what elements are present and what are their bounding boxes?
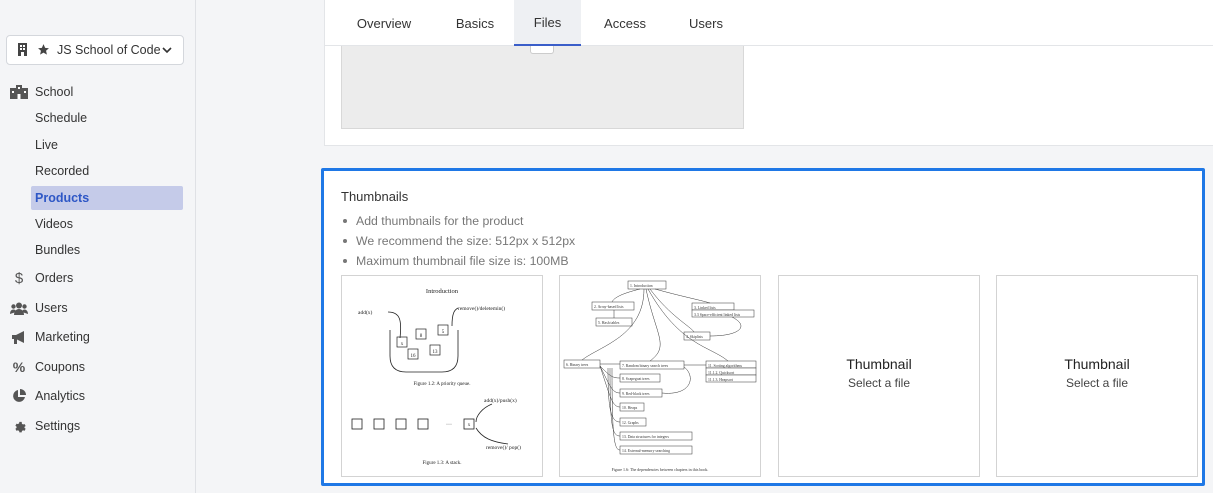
node-label: 9. Red-black trees: [622, 392, 650, 396]
megaphone-icon: [10, 329, 28, 345]
sidebar-item-users[interactable]: Users: [10, 298, 68, 318]
sidebar-subitem-products[interactable]: Products: [31, 186, 183, 210]
node-label: 11. Sorting algorithms: [708, 364, 742, 368]
node-label: 5. Hash tables: [598, 321, 620, 325]
node-label: 4. Skiplists: [686, 335, 703, 339]
node-label: 2. Array-based lists: [594, 305, 624, 309]
main-content: Overview Basics Files Access Users Thumb…: [196, 0, 1213, 493]
sidebar-item-school[interactable]: School: [10, 82, 73, 102]
tab-basics[interactable]: Basics: [436, 0, 514, 46]
select-file-link[interactable]: Select a file: [997, 376, 1197, 390]
node-label: 3.3 Space-efficient linked lists: [694, 313, 741, 317]
fig1-add: add(x): [358, 309, 373, 316]
building-icon: [17, 43, 31, 57]
thumbnails-section: Thumbnails Add thumbnails for the produc…: [321, 168, 1205, 486]
dollar-icon: $: [14, 269, 24, 287]
sidebar-item-marketing[interactable]: Marketing: [10, 327, 90, 347]
fig1-caption: Figure 1.2: A priority queue.: [414, 382, 471, 387]
fig1-remove: remove()/deletemin(): [458, 305, 505, 312]
hint-item: We recommend the size: 512px x 512px: [341, 231, 575, 251]
tab-access[interactable]: Access: [581, 0, 669, 46]
thumbnail-slot-1[interactable]: Introduction add(x) remove()/deletemin()…: [341, 275, 543, 477]
fig1-num: x: [401, 342, 404, 347]
sidebar-item-label: Users: [35, 301, 68, 315]
thumbnail-slot-2[interactable]: 1. Introduction 2. Array-based lists 3. …: [559, 275, 761, 477]
thumbnail-image-chapter-dependencies: 1. Introduction 2. Array-based lists 3. …: [563, 280, 757, 472]
thumbnails-hints: Add thumbnails for the product We recomm…: [341, 211, 575, 271]
star-icon: [37, 43, 51, 57]
sidebar-subitem-videos[interactable]: Videos: [31, 212, 183, 236]
fig1-title: Introduction: [426, 288, 459, 295]
sidebar-item-label: Analytics: [35, 389, 86, 403]
file-preview-area: [341, 46, 744, 129]
select-file-link[interactable]: Select a file: [779, 376, 979, 390]
node-label: 6. Binary trees: [566, 363, 589, 367]
thumbnail-placeholder-title: Thumbnail: [1064, 356, 1130, 372]
thumbnails-title: Thumbnails: [341, 189, 409, 204]
thumbnail-image-priority-queue: Introduction add(x) remove()/deletemin()…: [351, 288, 521, 466]
sidebar-item-orders[interactable]: $ Orders: [10, 268, 73, 288]
sidebar-item-label: Marketing: [35, 330, 90, 344]
tab-bar: Overview Basics Files Access Users: [325, 0, 1213, 46]
fig2-caption: Figure 1.3: A stack.: [422, 461, 461, 466]
product-editor-card: Overview Basics Files Access Users: [324, 0, 1213, 146]
fig2-dots: ···: [446, 422, 452, 428]
hint-item: Maximum thumbnail file size is: 100MB: [341, 251, 575, 271]
node-label: 8. Scapegoat trees: [622, 377, 650, 381]
sidebar-item-label: Settings: [35, 419, 81, 433]
school-selector[interactable]: JS School of Code: [6, 35, 184, 65]
diagram-caption: Figure 1.6: The dependencies between cha…: [612, 467, 709, 472]
node-label: 3. Linked lists: [694, 306, 716, 310]
tab-overview[interactable]: Overview: [332, 0, 436, 46]
sidebar-item-settings[interactable]: Settings: [10, 416, 80, 436]
sidebar-subitem-bundles[interactable]: Bundles: [31, 238, 183, 262]
sidebar-item-analytics[interactable]: Analytics: [10, 386, 85, 406]
node-label: 10. Heaps: [622, 406, 638, 410]
school-name: JS School of Code: [57, 43, 161, 57]
sidebar-subitem-recorded[interactable]: Recorded: [31, 159, 183, 183]
chevron-down-icon: [161, 44, 173, 56]
tab-users[interactable]: Users: [669, 0, 743, 46]
node-label: 13. Data structures for integers: [622, 435, 669, 439]
node-label: 1. Introduction: [630, 284, 653, 288]
hint-item: Add thumbnails for the product: [341, 211, 575, 231]
node-label: 14. External-memory searching: [622, 449, 670, 453]
sidebar-item-label: School: [35, 85, 74, 99]
sidebar-item-coupons[interactable]: % Coupons: [10, 357, 85, 377]
thumbnail-placeholder-title: Thumbnail: [846, 356, 912, 372]
school-icon: [10, 84, 28, 100]
pie-chart-icon: [10, 388, 28, 404]
fig2-x: x: [468, 423, 471, 428]
fig1-num: 13: [433, 350, 439, 355]
percent-icon: %: [12, 359, 26, 375]
users-icon: [10, 300, 28, 316]
tab-files[interactable]: Files: [514, 0, 581, 46]
gear-icon: [10, 418, 28, 434]
fig2-push: add(x)/push(x): [484, 397, 517, 404]
node-label: 12. Graphs: [622, 421, 639, 425]
sidebar: JS School of Code School Schedule Live R…: [0, 0, 196, 493]
thumbnail-slot-3[interactable]: Thumbnail Select a file: [778, 275, 980, 477]
node-label: 11.1.2. Quicksort: [708, 371, 735, 375]
sidebar-subitem-schedule[interactable]: Schedule: [31, 106, 183, 130]
node-label: 11.1.3. Heapsort: [708, 378, 734, 382]
fig1-num: 16: [411, 354, 417, 359]
fig1-num: 8: [420, 334, 423, 339]
sidebar-item-label: Orders: [35, 271, 74, 285]
node-label: 7. Random binary search trees: [622, 364, 669, 368]
sidebar-item-label: Coupons: [35, 360, 86, 374]
preview-action-button[interactable]: [530, 46, 554, 54]
thumbnail-slot-4[interactable]: Thumbnail Select a file: [996, 275, 1198, 477]
sidebar-subitem-live[interactable]: Live: [31, 133, 183, 157]
fig1-num: 5: [442, 330, 445, 335]
fig2-pop: remove()/ pop(): [486, 444, 521, 451]
